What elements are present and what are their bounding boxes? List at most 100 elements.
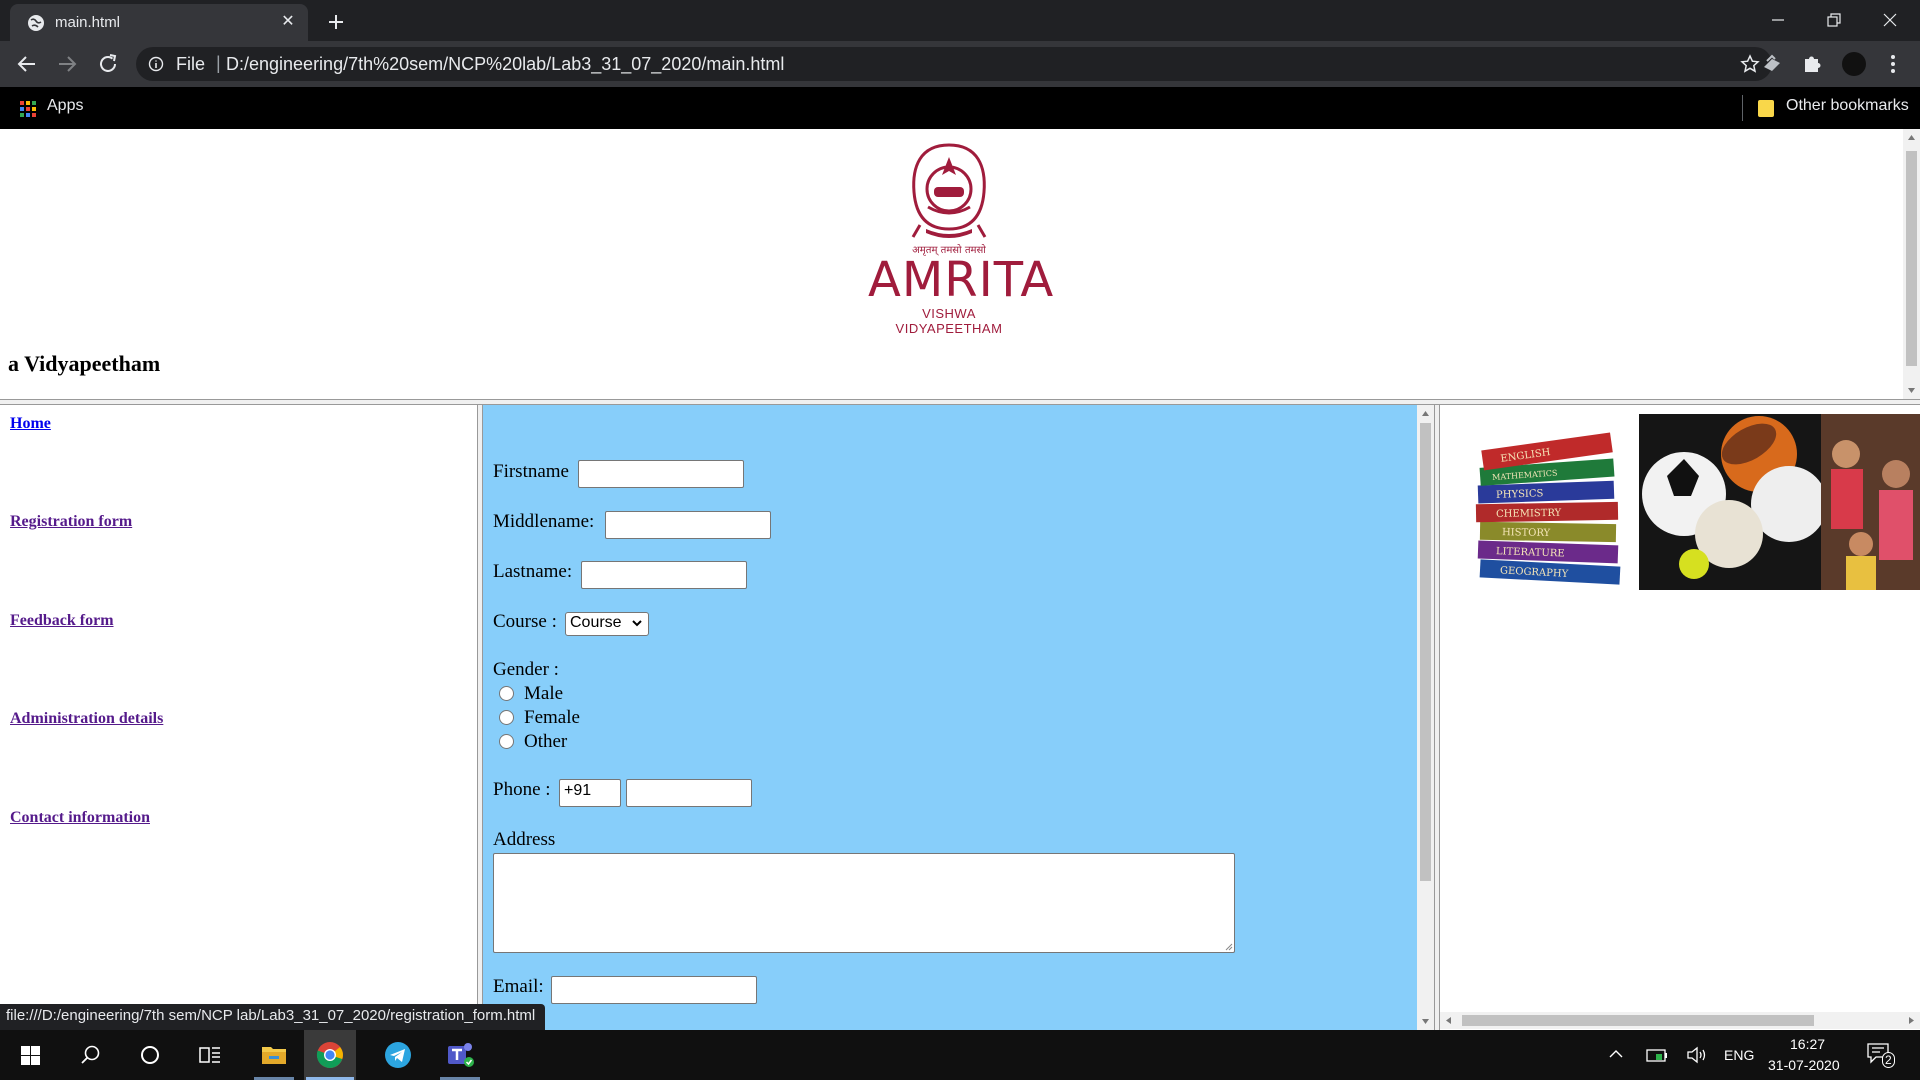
reload-icon[interactable] <box>96 52 120 76</box>
tab-close-icon[interactable]: ✕ <box>278 12 298 32</box>
globe-icon <box>28 15 44 31</box>
nav-link-contact[interactable]: Contact information <box>10 809 150 827</box>
url-separator: | <box>216 53 221 73</box>
browser-titlebar: main.html ✕ <box>0 0 1920 41</box>
address-textarea[interactable] <box>493 853 1235 953</box>
folder-icon[interactable] <box>1758 100 1774 117</box>
lastname-label: Lastname: <box>493 561 573 582</box>
gender-option-male: Male <box>524 683 564 704</box>
chrome-app[interactable] <box>304 1030 356 1080</box>
firstname-label: Firstname <box>493 461 569 482</box>
teams-icon <box>448 1043 474 1067</box>
phone-code-input[interactable]: +91 <box>559 779 621 807</box>
address-bar[interactable]: File | D:/engineering/7th%20sem/NCP%20la… <box>136 47 1772 81</box>
folder-icon <box>262 1047 286 1064</box>
book-label-chemistry: CHEMISTRY <box>1496 508 1562 520</box>
gender-option-other: Other <box>524 731 568 752</box>
books-image: GEOGRAPHY LITERATURE HISTORY CHEMISTRY P… <box>1475 432 1621 585</box>
gender-radio-female[interactable] <box>499 710 514 725</box>
book-label-history: HISTORY <box>1502 527 1551 539</box>
address-label: Address <box>493 829 556 850</box>
chrome-icon <box>316 1042 343 1069</box>
chevron-up-icon[interactable] <box>1608 1048 1624 1060</box>
task-view-button[interactable] <box>184 1030 236 1080</box>
book-label-physics: PHYSICS <box>1496 488 1544 501</box>
chevron-down-icon <box>632 620 642 627</box>
notification-center[interactable]: 2 <box>1866 1042 1896 1070</box>
battery-icon[interactable] <box>1646 1046 1668 1064</box>
middlename-label: Middlename: <box>493 511 595 532</box>
search-button[interactable] <box>64 1030 116 1080</box>
images-frame: GEOGRAPHY LITERATURE HISTORY CHEMISTRY P… <box>1440 405 1920 1030</box>
apps-bookmark[interactable]: Apps <box>47 97 83 115</box>
apps-grid-icon[interactable] <box>20 101 36 117</box>
firstname-input[interactable] <box>578 460 744 488</box>
phone-number-input[interactable] <box>626 779 752 807</box>
other-bookmarks[interactable]: Other bookmarks <box>1786 97 1909 115</box>
middlename-input[interactable] <box>605 511 771 539</box>
nav-link-feedback[interactable]: Feedback form <box>10 612 114 630</box>
email-label: Email: <box>493 976 544 997</box>
url-text[interactable]: D:/engineering/7th%20sem/NCP%20lab/Lab3_… <box>226 54 784 75</box>
logo-wordmark: AMRITA VISHWA VIDYAPEETHAM <box>868 252 1055 336</box>
children-photo-image <box>1821 414 1920 590</box>
gender-option-female: Female <box>524 707 580 728</box>
banner-scrollbar[interactable] <box>1903 129 1920 399</box>
browser-toolbar: File | D:/engineering/7th%20sem/NCP%20la… <box>0 41 1920 87</box>
notification-count: 2 <box>1882 1052 1895 1068</box>
info-icon[interactable] <box>148 56 164 72</box>
nav-link-home[interactable]: Home <box>10 415 51 433</box>
new-tab-icon[interactable] <box>322 8 350 36</box>
tab-title: main.html <box>55 14 121 31</box>
bookmarks-bar: Apps Other bookmarks <box>0 87 1920 129</box>
nav-link-registration[interactable]: Registration form <box>10 513 132 531</box>
logo-subtitle: VISHWA VIDYAPEETHAM <box>895 306 1003 336</box>
restore-icon[interactable] <box>1806 0 1862 41</box>
banner-frame: अमृतम् तमसो तमसो AMRITA VISHWA VIDYAPEET… <box>0 129 1920 399</box>
course-selected-value: Course <box>570 614 622 631</box>
cortana-button[interactable] <box>124 1030 176 1080</box>
resize-grip-icon[interactable] <box>1223 941 1233 951</box>
task-view-icon <box>199 1047 220 1063</box>
telegram-app[interactable] <box>372 1030 424 1080</box>
form-scrollbar[interactable] <box>1417 405 1434 1030</box>
course-select[interactable]: Course <box>565 612 649 636</box>
extension-icon[interactable] <box>1761 53 1783 75</box>
status-bar-url: file:///D:/engineering/7th sem/NCP lab/L… <box>0 1004 546 1030</box>
registration-form-frame: Firstname Middlename: Lastname: Course :… <box>483 405 1417 1030</box>
phone-label: Phone : <box>493 779 551 800</box>
clock-date[interactable]: 31-07-2020 <box>1768 1057 1840 1073</box>
back-icon[interactable] <box>15 52 39 76</box>
nav-link-administration[interactable]: Administration details <box>10 710 163 728</box>
minimize-icon[interactable] <box>1750 0 1806 41</box>
gender-radio-male[interactable] <box>499 686 514 701</box>
nav-frame: Home Registration form Feedback form Adm… <box>0 405 477 1030</box>
phone-code-value: +91 <box>564 782 592 799</box>
windows-taskbar: ENG 16:27 31-07-2020 2 <box>0 1030 1920 1080</box>
profile-avatar[interactable] <box>1842 52 1866 76</box>
teams-app[interactable] <box>434 1030 486 1080</box>
logo-name: AMRITA <box>868 252 1055 308</box>
images-scrollbar[interactable] <box>1440 1012 1920 1029</box>
start-button[interactable] <box>4 1030 56 1080</box>
language-indicator[interactable]: ENG <box>1724 1047 1754 1063</box>
file-explorer-app[interactable] <box>248 1030 300 1080</box>
volume-icon[interactable] <box>1686 1045 1710 1065</box>
scrollbar-thumb[interactable] <box>1906 151 1917 366</box>
puzzle-icon[interactable] <box>1801 53 1823 75</box>
sports-balls-image <box>1639 414 1821 590</box>
clock-time[interactable]: 16:27 <box>1790 1036 1825 1052</box>
star-icon[interactable] <box>1740 54 1760 74</box>
scrollbar-thumb[interactable] <box>1462 1015 1814 1026</box>
close-window-icon[interactable] <box>1862 0 1918 41</box>
search-icon <box>81 1045 100 1064</box>
menu-icon[interactable] <box>1882 53 1904 75</box>
gender-radio-other[interactable] <box>499 734 514 749</box>
page-title: a Vidyapeetham <box>8 351 161 376</box>
email-input[interactable] <box>551 976 757 1004</box>
browser-tab[interactable]: main.html ✕ <box>10 4 308 41</box>
course-label: Course : <box>493 611 557 632</box>
lastname-input[interactable] <box>581 561 747 589</box>
scrollbar-thumb[interactable] <box>1420 423 1431 881</box>
forward-icon[interactable] <box>55 52 79 76</box>
